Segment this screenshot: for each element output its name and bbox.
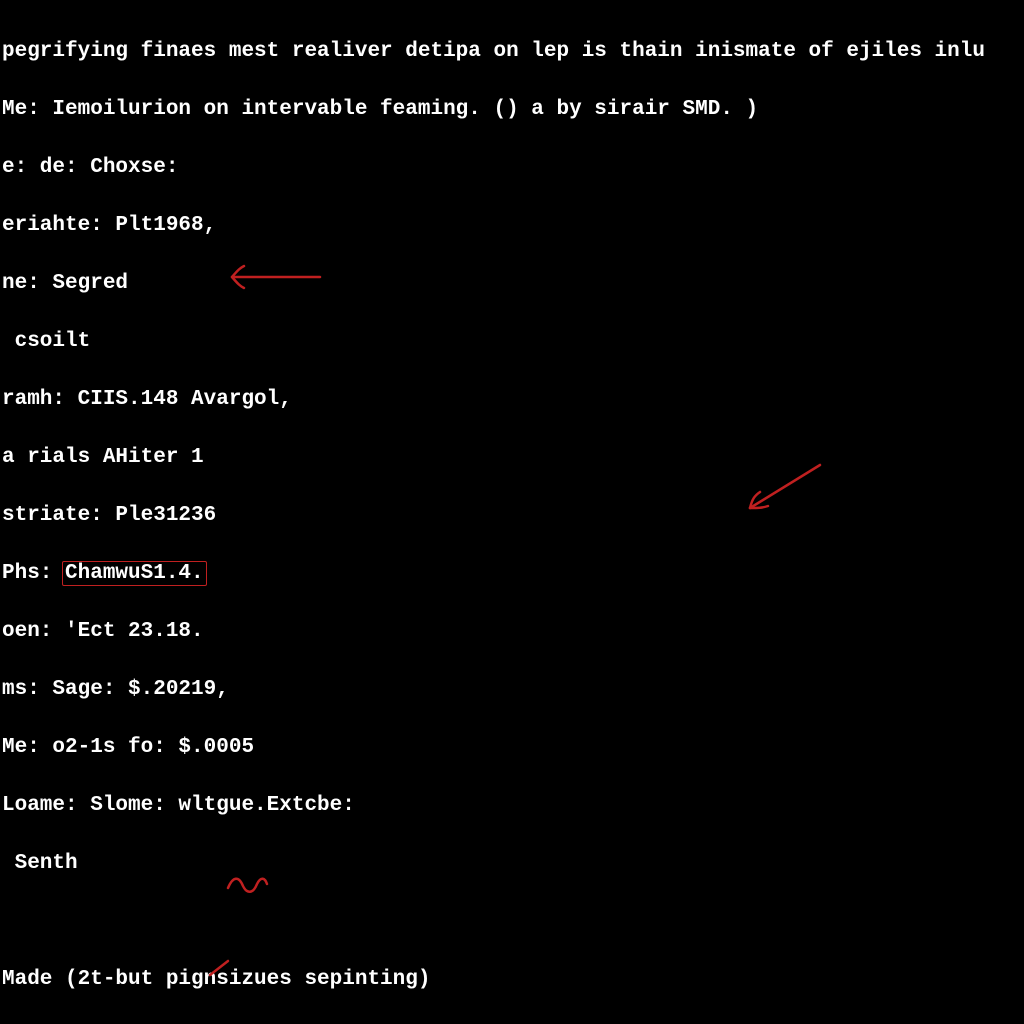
terminal-line: ne: Segred <box>0 269 1024 298</box>
terminal-line: ms: Sage: $.20219, <box>0 675 1024 704</box>
terminal-line: ramh: CIIS.148 Avargol, <box>0 385 1024 414</box>
terminal-line: eriahte: Plt1968, <box>0 211 1024 240</box>
terminal-line: Me: o2-1s fo: $.0005 <box>0 733 1024 762</box>
terminal-line: pegrifying finaes mest realiver detipa o… <box>0 37 1024 66</box>
terminal-line: Me: Iemoilurion on intervable feaming. (… <box>0 95 1024 124</box>
terminal-line: Loame: Slome: wltgue.Extcbe: <box>0 791 1024 820</box>
terminal-line: e: de: Choxse: <box>0 153 1024 182</box>
terminal-blank-line <box>0 907 1024 936</box>
terminal-line: Made (2t-but pignsizues sepinting) <box>0 965 1024 994</box>
line-prefix: Phs: <box>2 562 65 585</box>
terminal-line: striate: Ple31236 <box>0 501 1024 530</box>
terminal-line: csoilt <box>0 327 1024 356</box>
terminal-line: a rials AHiter 1 <box>0 443 1024 472</box>
terminal-line: Phs: ChamwuS1.4. <box>0 559 1024 588</box>
terminal-line: Senth <box>0 849 1024 878</box>
terminal-line: oen: 'Ect 23.18. <box>0 617 1024 646</box>
terminal-output: pegrifying finaes mest realiver detipa o… <box>0 0 1024 1024</box>
highlighted-value: ChamwuS1.4. <box>62 561 207 586</box>
